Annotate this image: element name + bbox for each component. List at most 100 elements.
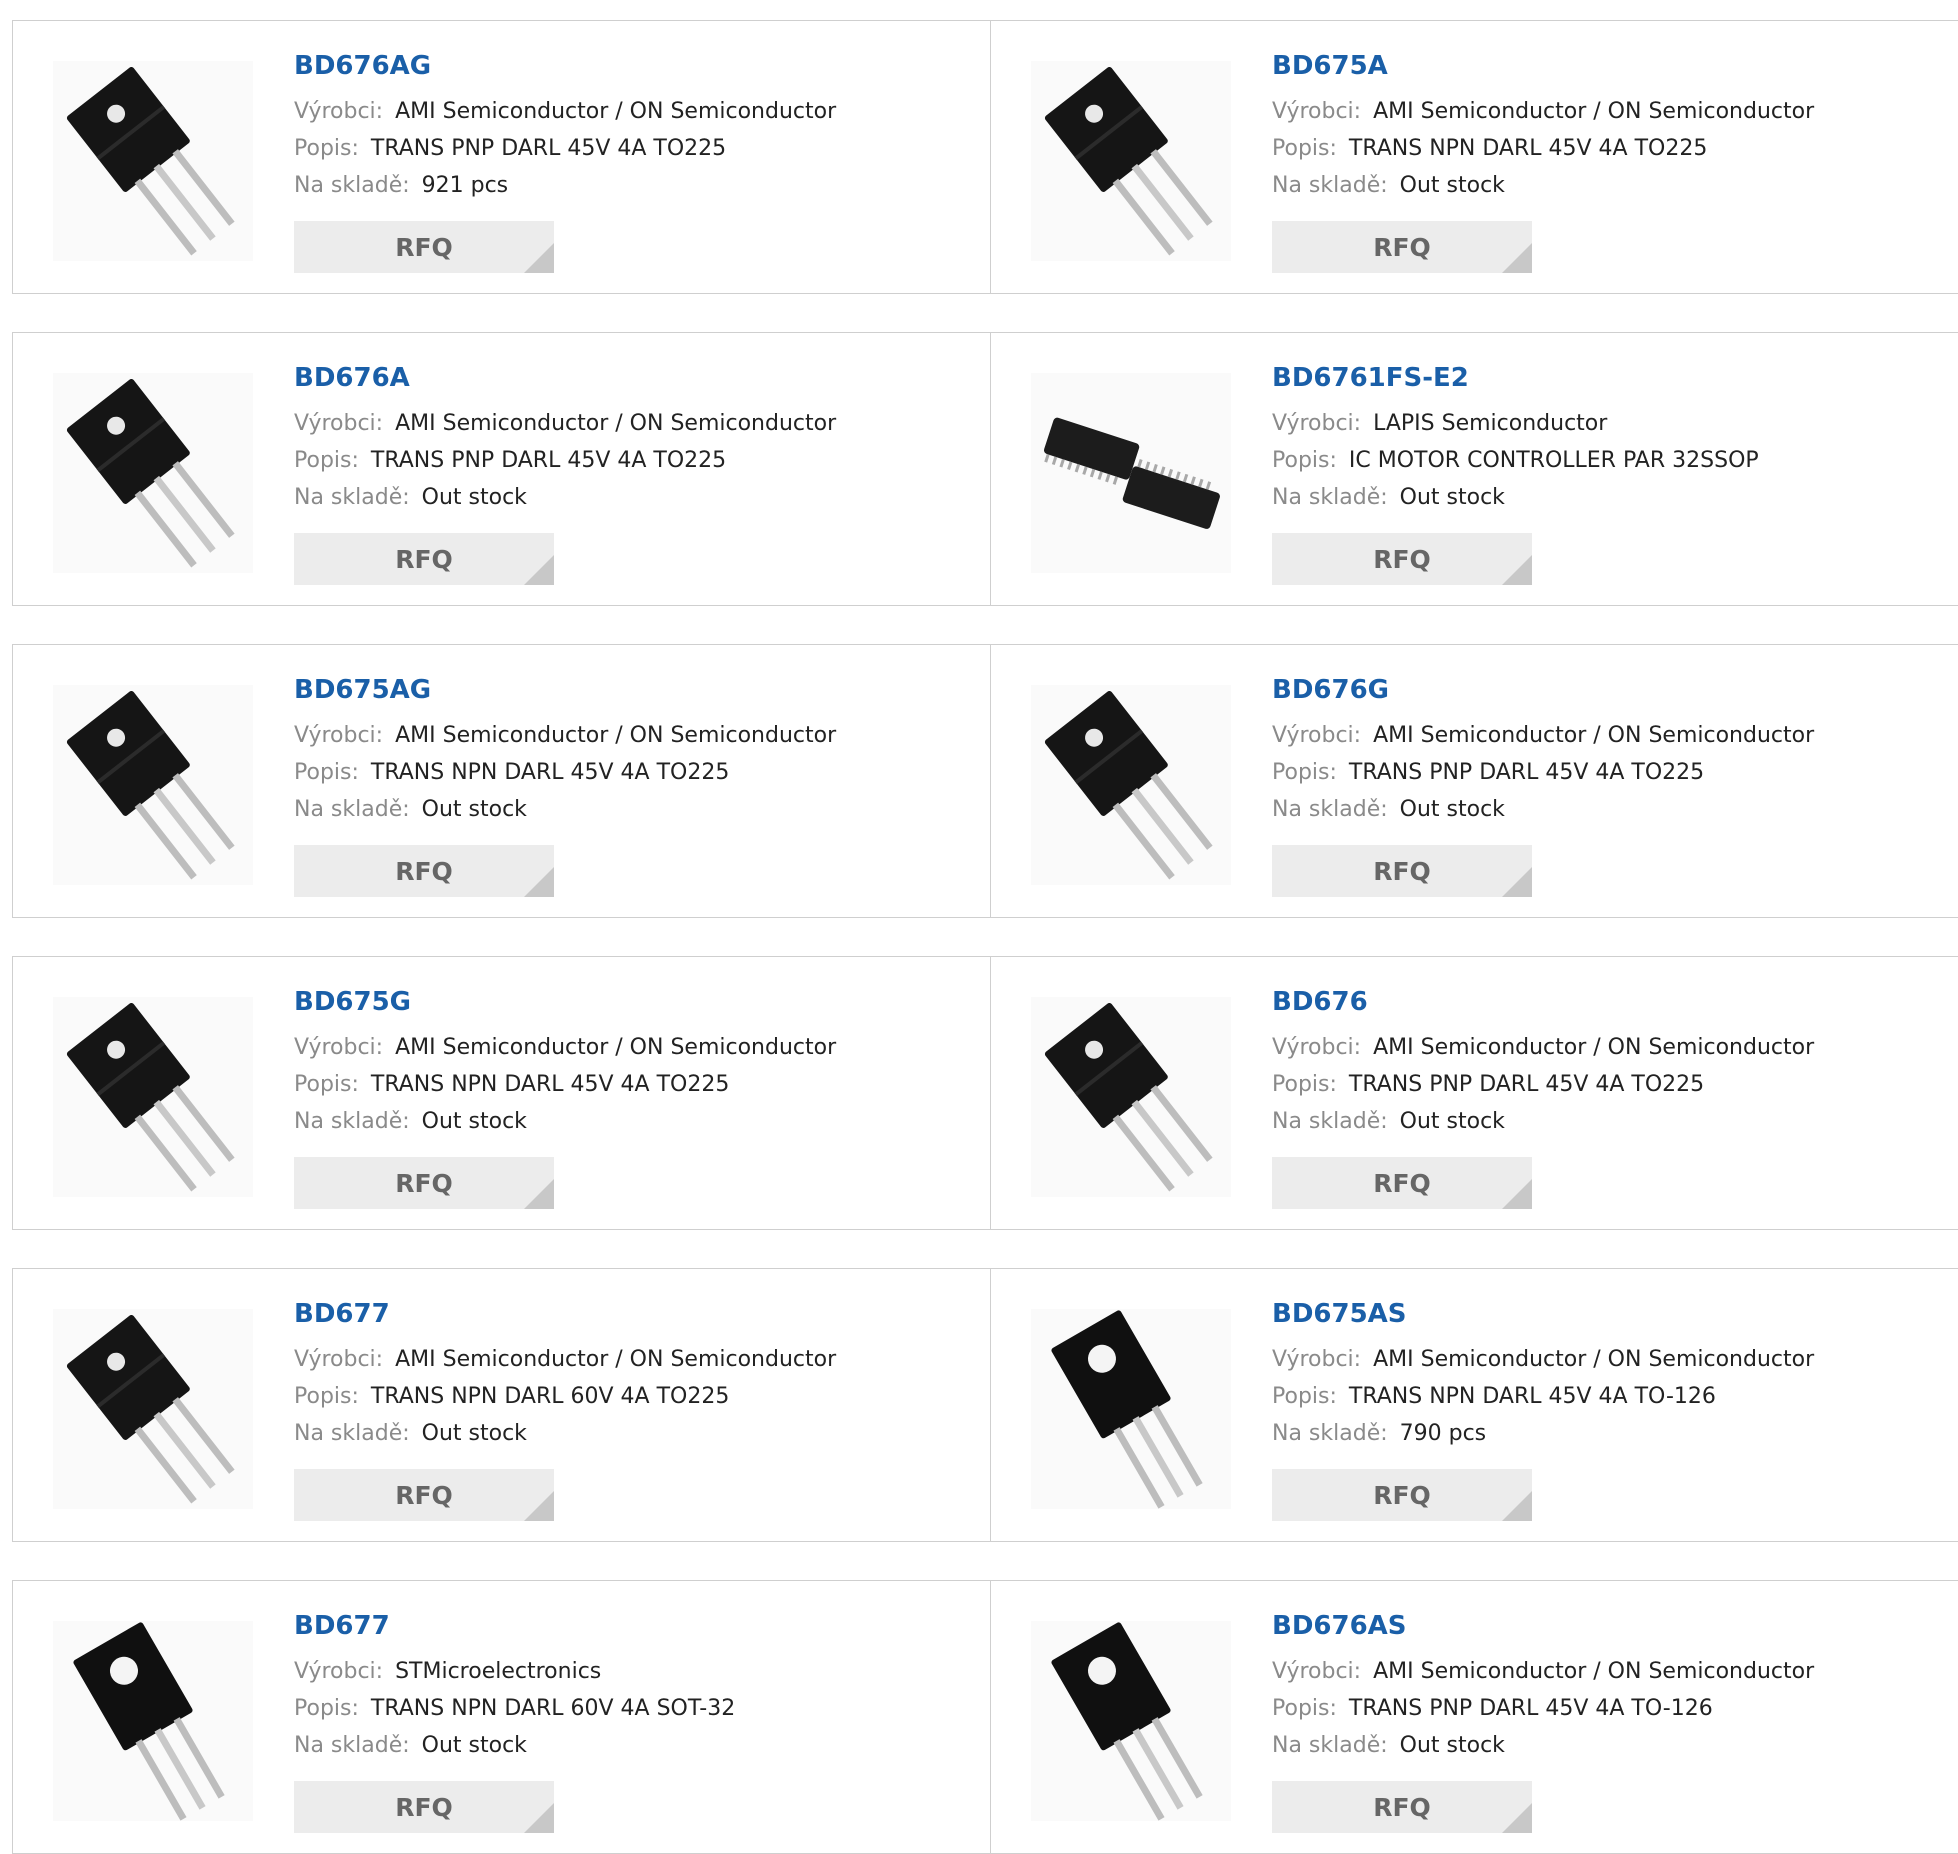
product-image[interactable] [1031, 997, 1231, 1197]
manufacturer-label: Výrobci: [1272, 1347, 1362, 1372]
description-value: TRANS NPN DARL 60V 4A SOT-32 [370, 1696, 736, 1721]
product-image[interactable] [1031, 373, 1231, 573]
description-value: TRANS NPN DARL 45V 4A TO225 [370, 1072, 730, 1097]
rfq-button[interactable]: RFQ [294, 1781, 554, 1833]
stock-row: Na skladě: Out stock [294, 479, 971, 516]
to225-transistor-icon [66, 691, 235, 880]
description-row: Popis: TRANS NPN DARL 60V 4A SOT-32 [294, 1690, 971, 1727]
part-number-link[interactable]: BD676 [1272, 987, 1368, 1017]
product-image[interactable] [1031, 61, 1231, 261]
part-number-link[interactable]: BD675A [1272, 51, 1388, 81]
to126-transistor-icon [1051, 1310, 1203, 1509]
stock-value: Out stock [1399, 1733, 1505, 1758]
product-image[interactable] [1031, 1621, 1231, 1821]
product-image[interactable] [53, 685, 253, 885]
part-number-link[interactable]: BD676G [1272, 675, 1389, 705]
description-label: Popis: [1272, 1384, 1337, 1409]
manufacturer-row: Výrobci: AMI Semiconductor / ON Semicondu… [1272, 1341, 1949, 1378]
stock-value: Out stock [421, 1421, 527, 1446]
rfq-button[interactable]: RFQ [1272, 1781, 1532, 1833]
manufacturer-row: Výrobci: AMI Semiconductor / ON Semicondu… [1272, 1653, 1949, 1690]
stock-label: Na skladě: [1272, 797, 1388, 822]
description-label: Popis: [1272, 448, 1337, 473]
manufacturer-row: Výrobci: AMI Semiconductor / ON Semicondu… [294, 1029, 971, 1066]
product-image[interactable] [53, 1621, 253, 1821]
corner-triangle-icon [1502, 555, 1532, 585]
manufacturer-label: Výrobci: [1272, 99, 1362, 124]
product-image[interactable] [53, 1309, 253, 1509]
manufacturer-row: Výrobci: STMicroelectronics [294, 1653, 971, 1690]
description-label: Popis: [1272, 760, 1337, 785]
product-card: BD676AG Výrobci: AMI Semiconductor / ON S… [12, 20, 992, 294]
product-card: BD6761FS-E2 Výrobci: LAPIS Semiconductor … [990, 332, 1958, 606]
manufacturer-label: Výrobci: [1272, 723, 1362, 748]
stock-label: Na skladě: [294, 485, 410, 510]
manufacturer-value: AMI Semiconductor / ON Semiconductor [1373, 1035, 1815, 1060]
part-number-link[interactable]: BD677 [294, 1299, 390, 1329]
stock-value: Out stock [421, 485, 527, 510]
rfq-button[interactable]: RFQ [1272, 1469, 1532, 1521]
manufacturer-value: AMI Semiconductor / ON Semiconductor [395, 1035, 837, 1060]
manufacturer-row: Výrobci: AMI Semiconductor / ON Semicondu… [294, 1341, 971, 1378]
product-card: BD675A Výrobci: AMI Semiconductor / ON Se… [990, 20, 1958, 294]
description-label: Popis: [1272, 1696, 1337, 1721]
part-number-link[interactable]: BD675AG [294, 675, 431, 705]
part-number-link[interactable]: BD675G [294, 987, 411, 1017]
part-number-link[interactable]: BD677 [294, 1611, 390, 1641]
manufacturer-row: Výrobci: AMI Semiconductor / ON Semicondu… [294, 405, 971, 442]
part-number-link[interactable]: BD676AS [1272, 1611, 1407, 1641]
rfq-label: RFQ [1373, 1480, 1431, 1510]
rfq-button[interactable]: RFQ [294, 1157, 554, 1209]
rfq-button[interactable]: RFQ [1272, 1157, 1532, 1209]
rfq-button[interactable]: RFQ [294, 845, 554, 897]
part-number-link[interactable]: BD6761FS-E2 [1272, 363, 1469, 393]
stock-label: Na skladě: [1272, 173, 1388, 198]
rfq-button[interactable]: RFQ [294, 221, 554, 273]
product-row: BD676AG Výrobci: AMI Semiconductor / ON S… [12, 20, 1958, 294]
product-row: BD677 Výrobci: STMicroelectronics Popis: T… [12, 1580, 1958, 1854]
stock-row: Na skladě: Out stock [294, 791, 971, 828]
description-label: Popis: [1272, 1072, 1337, 1097]
description-value: TRANS NPN DARL 45V 4A TO225 [370, 760, 730, 785]
stock-value: Out stock [421, 797, 527, 822]
description-row: Popis: TRANS PNP DARL 45V 4A TO225 [1272, 754, 1949, 791]
product-image[interactable] [1031, 685, 1231, 885]
manufacturer-value: AMI Semiconductor / ON Semiconductor [395, 723, 837, 748]
manufacturer-value: AMI Semiconductor / ON Semiconductor [1373, 99, 1815, 124]
manufacturer-row: Výrobci: LAPIS Semiconductor [1272, 405, 1949, 442]
to225-transistor-icon [66, 379, 235, 568]
description-value: TRANS NPN DARL 45V 4A TO225 [1348, 136, 1708, 161]
product-row: BD675G Výrobci: AMI Semiconductor / ON Se… [12, 956, 1958, 1230]
product-image[interactable] [53, 373, 253, 573]
stock-label: Na skladě: [294, 797, 410, 822]
manufacturer-row: Výrobci: AMI Semiconductor / ON Semicondu… [294, 717, 971, 754]
rfq-button[interactable]: RFQ [294, 1469, 554, 1521]
part-number-link[interactable]: BD675AS [1272, 1299, 1407, 1329]
product-image[interactable] [53, 997, 253, 1197]
product-card: BD675G Výrobci: AMI Semiconductor / ON Se… [12, 956, 992, 1230]
rfq-button[interactable]: RFQ [1272, 845, 1532, 897]
product-image[interactable] [1031, 1309, 1231, 1509]
rfq-label: RFQ [1373, 544, 1431, 574]
description-row: Popis: IC MOTOR CONTROLLER PAR 32SSOP [1272, 442, 1949, 479]
part-number-link[interactable]: BD676AG [294, 51, 431, 81]
description-row: Popis: TRANS NPN DARL 45V 4A TO-126 [1272, 1378, 1949, 1415]
manufacturer-value: AMI Semiconductor / ON Semiconductor [1373, 1347, 1815, 1372]
rfq-button[interactable]: RFQ [1272, 533, 1532, 585]
rfq-label: RFQ [1373, 232, 1431, 262]
rfq-label: RFQ [395, 544, 453, 574]
corner-triangle-icon [524, 1491, 554, 1521]
description-row: Popis: TRANS NPN DARL 45V 4A TO225 [1272, 130, 1949, 167]
stock-row: Na skladě: Out stock [1272, 791, 1949, 828]
description-value: TRANS PNP DARL 45V 4A TO225 [1348, 760, 1705, 785]
part-number-link[interactable]: BD676A [294, 363, 410, 393]
rfq-button[interactable]: RFQ [1272, 221, 1532, 273]
stock-label: Na skladě: [1272, 1733, 1388, 1758]
product-card: BD675AS Výrobci: AMI Semiconductor / ON S… [990, 1268, 1958, 1542]
rfq-button[interactable]: RFQ [294, 533, 554, 585]
manufacturer-row: Výrobci: AMI Semiconductor / ON Semicondu… [294, 93, 971, 130]
rfq-label: RFQ [395, 1792, 453, 1822]
stock-value: Out stock [421, 1109, 527, 1134]
product-image[interactable] [53, 61, 253, 261]
manufacturer-value: AMI Semiconductor / ON Semiconductor [1373, 1659, 1815, 1684]
